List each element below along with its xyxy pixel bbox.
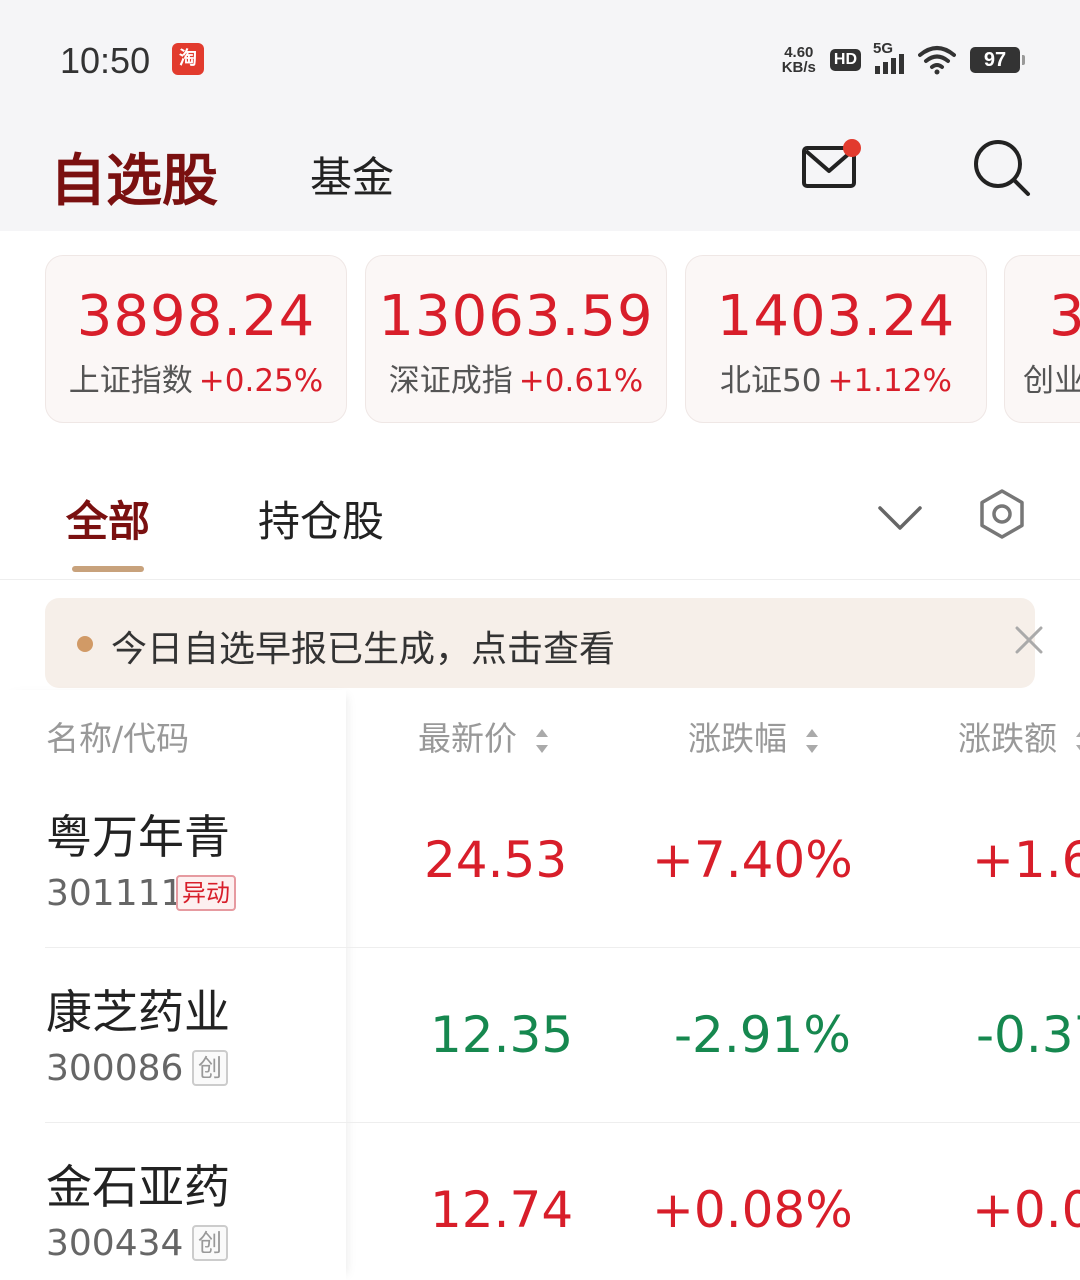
chinext-badge: 创 xyxy=(192,1050,228,1086)
filter-tab-holding[interactable]: 持仓股 xyxy=(258,488,384,549)
table-row[interactable]: 金石亚药 300434 创 12.74 +0.08% +0.01 xyxy=(0,1123,1080,1280)
stock-price: 12.74 xyxy=(430,1181,574,1239)
stock-change-pct: -2.91% xyxy=(674,1006,851,1064)
net-speed-unit: KB/s xyxy=(781,59,816,76)
bullet-dot xyxy=(77,636,93,652)
banner-text: 今日自选早报已生成，点击查看 xyxy=(111,629,616,670)
index-change: +0.61% xyxy=(518,363,644,399)
index-name: 上证指数 xyxy=(68,363,193,399)
wifi-icon xyxy=(918,46,956,75)
status-right: 4.60 KB/s HD 5G 97 xyxy=(782,40,1025,78)
network-type: 5G xyxy=(873,40,894,57)
column-price-label: 最新价 xyxy=(418,719,517,758)
chevron-down-icon[interactable] xyxy=(876,498,924,538)
stock-name: 康芝药业 xyxy=(46,985,230,1039)
column-change-pct[interactable]: 涨跌幅 xyxy=(688,712,820,760)
index-card[interactable]: 3 创业 xyxy=(1004,255,1080,423)
stock-name: 粤万年青 xyxy=(46,810,230,864)
index-card[interactable]: 1403.24 北证50 +1.12% xyxy=(685,255,987,423)
battery-icon: 97 xyxy=(970,47,1025,73)
column-price[interactable]: 最新价 xyxy=(418,712,550,760)
index-name: 北证50 xyxy=(720,363,822,399)
stock-name: 金石亚药 xyxy=(46,1160,230,1214)
filter-bar: 全部 持仓股 xyxy=(0,470,1080,580)
index-label: 北证50 +1.12% xyxy=(686,355,986,400)
stock-price: 24.53 xyxy=(424,831,568,889)
sort-icon xyxy=(535,728,548,753)
search-icon[interactable] xyxy=(970,136,1034,200)
net-speed: 4.60 KB/s xyxy=(782,45,816,75)
column-change-amt[interactable]: 涨跌额 xyxy=(958,712,1080,760)
stock-price: 12.35 xyxy=(430,1006,574,1064)
column-name-code: 名称/代码 xyxy=(46,719,190,758)
settings-icon[interactable] xyxy=(976,488,1028,540)
index-card[interactable]: 3898.24 上证指数 +0.25% xyxy=(45,255,347,423)
index-value: 13063.59 xyxy=(378,284,654,349)
sort-icon xyxy=(805,728,818,753)
index-label: 上证指数 +0.25% xyxy=(46,355,346,400)
index-change: +1.12% xyxy=(827,363,952,399)
stock-change-pct: +0.08% xyxy=(652,1181,853,1239)
table-row[interactable]: 粤万年青 301111 异动 24.53 +7.40% +1.69 xyxy=(0,773,1080,948)
active-tab-indicator xyxy=(72,566,144,572)
stock-change-amt: -0.37 xyxy=(976,1006,1080,1064)
index-cards: 3898.24 上证指数 +0.25% 13063.59 深证成指 +0.61% 1… xyxy=(0,255,1080,423)
column-change-pct-label: 涨跌幅 xyxy=(688,719,787,758)
index-label: 创业 xyxy=(1023,355,1080,400)
close-icon[interactable] xyxy=(1007,618,1051,662)
net-speed-value: 4.60 xyxy=(784,44,814,61)
filter-tab-all[interactable]: 全部 xyxy=(66,488,150,549)
table-header: 名称/代码 最新价 涨跌幅 涨跌额 xyxy=(0,690,1080,780)
index-name: 深证成指 xyxy=(388,363,513,399)
stock-change-amt: +1.69 xyxy=(972,831,1080,889)
sort-icon xyxy=(1075,730,1080,751)
status-time: 10:50 xyxy=(60,40,151,81)
stock-change-amt: +0.01 xyxy=(972,1181,1080,1239)
index-value: 3 xyxy=(1049,284,1080,349)
stock-code: 300086 xyxy=(46,1048,184,1089)
index-name: 创业 xyxy=(1023,363,1080,399)
hd-icon: HD xyxy=(829,49,861,71)
index-value: 3898.24 xyxy=(76,284,316,349)
app-header: 自选股 基金 xyxy=(0,118,1080,231)
status-bar: 10:50 淘 4.60 KB/s HD 5G 97 xyxy=(0,0,1080,118)
mail-icon[interactable] xyxy=(800,138,862,192)
stock-change-pct: +7.40% xyxy=(652,831,853,889)
index-card[interactable]: 13063.59 深证成指 +0.61% xyxy=(365,255,667,423)
index-label: 深证成指 +0.61% xyxy=(366,355,666,400)
tab-fund[interactable]: 基金 xyxy=(310,144,394,205)
alert-badge: 异动 xyxy=(176,875,236,911)
stock-code: 300434 xyxy=(46,1223,184,1264)
column-change-amt-label: 涨跌额 xyxy=(958,719,1057,758)
index-value: 1403.24 xyxy=(716,284,956,349)
stock-code: 301111 xyxy=(46,873,184,914)
table-row[interactable]: 康芝药业 300086 创 12.35 -2.91% -0.37 xyxy=(0,948,1080,1123)
tab-watchlist[interactable]: 自选股 xyxy=(50,136,218,217)
index-change: +0.25% xyxy=(198,363,324,399)
chinext-badge: 创 xyxy=(192,1225,228,1261)
signal-icon: 5G xyxy=(873,40,904,74)
taobao-notification-icon: 淘 xyxy=(172,43,204,75)
morning-report-banner[interactable]: 今日自选早报已生成，点击查看 xyxy=(45,598,1043,688)
